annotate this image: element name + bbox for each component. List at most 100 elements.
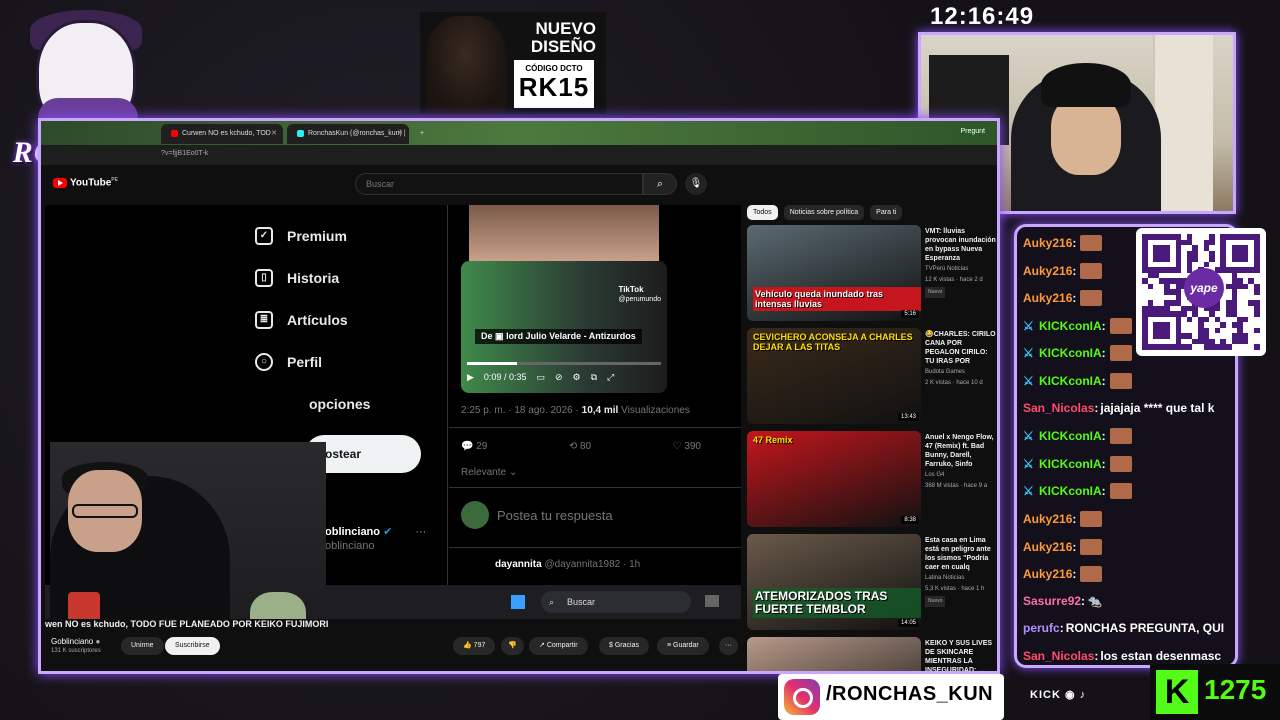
qr-cell <box>1237 250 1243 256</box>
suggestion-thumbnail[interactable] <box>747 637 921 671</box>
qr-cell <box>1142 316 1148 322</box>
chat-username[interactable]: San_Nicolas <box>1023 649 1094 663</box>
youtube-logo[interactable]: YouTubePE <box>53 177 118 188</box>
taskbar-search[interactable]: ⌕ Buscar <box>541 591 691 613</box>
chat-username[interactable]: KICKconIA <box>1039 374 1102 388</box>
suggestion-item[interactable]: ATEMORIZADOS TRAS FUERTE TEMBLOR 14:05 E… <box>747 534 997 632</box>
premium-icon: ✓ <box>255 227 273 245</box>
chat-username[interactable]: KICKconIA <box>1039 429 1102 443</box>
qr-cell <box>1153 267 1159 273</box>
qr-cell <box>1254 327 1260 333</box>
chat-username[interactable]: Auky216 <box>1023 512 1072 526</box>
qr-cell <box>1237 327 1243 333</box>
emote-icon <box>1080 538 1103 555</box>
x-nav-profile[interactable]: ○ Perfil <box>255 341 445 383</box>
chat-username[interactable]: KICKconIA <box>1039 457 1102 471</box>
play-icon[interactable]: ▶ <box>467 372 474 383</box>
chat-username[interactable]: Auky216 <box>1023 236 1072 250</box>
video-progress-bar[interactable] <box>467 362 661 365</box>
chat-username[interactable]: KICKconIA <box>1039 484 1102 498</box>
close-icon[interactable]: ✕ <box>271 124 277 144</box>
taskbar-app-icon[interactable] <box>705 595 719 607</box>
suggestion-thumbnail[interactable]: Vehículo queda inundado tras intensas ll… <box>747 225 921 321</box>
reply-stat[interactable]: 💬 29 <box>461 441 487 452</box>
suggestion-item[interactable]: CEVICHERO ACONSEJA A CHARLES DEJAR A LAS… <box>747 328 997 426</box>
join-button[interactable]: Unirme <box>121 637 164 655</box>
qr-cell <box>1203 344 1210 350</box>
chat-username[interactable]: KICKconIA <box>1039 319 1102 333</box>
windows-start-icon[interactable] <box>511 595 525 609</box>
save-label: Guardar <box>673 642 699 649</box>
qr-cell <box>1254 250 1260 256</box>
more-icon[interactable]: ··· <box>415 526 426 538</box>
qr-cell <box>1220 250 1226 256</box>
chip-all[interactable]: Todos <box>747 205 778 220</box>
video-duration: 14:05 <box>897 619 919 627</box>
captions-icon[interactable]: ▭ <box>536 372 545 383</box>
colon: : <box>1094 649 1099 663</box>
voice-search-button[interactable]: 🎙 <box>685 173 707 195</box>
retweet-stat[interactable]: ⟲ 80 <box>569 441 591 452</box>
qr-cell <box>1164 289 1170 295</box>
chat-username[interactable]: Auky216 <box>1023 291 1072 305</box>
stream-clock: 12:16:49 <box>930 3 1035 30</box>
like-button[interactable]: 👍 797 <box>453 637 496 655</box>
like-stat[interactable]: ♡ 390 <box>673 441 701 452</box>
suggestion-item[interactable]: KEIKO Y SUS LIVES DE SKINCARE MIENTRAS L… <box>747 637 997 671</box>
video-time: 0:09 / 0:35 <box>483 372 527 382</box>
qr-cell <box>1248 278 1254 284</box>
more-actions-button[interactable]: ··· <box>719 637 738 655</box>
tab-tiktok[interactable]: RonchasKun (@ronchas_kun) | ✕ <box>287 124 409 144</box>
address-bar[interactable]: ?v=fjjB1Eo0T-k <box>41 145 997 165</box>
search-button[interactable]: ⌕ <box>643 173 677 195</box>
chat-username[interactable]: Sasurre92 <box>1023 594 1081 608</box>
x-nav-articles[interactable]: ≣ Artículos <box>255 299 445 341</box>
qr-cell <box>1170 278 1176 284</box>
settings-icon[interactable]: ⚙ <box>573 372 581 383</box>
chat-username[interactable]: Auky216 <box>1023 264 1072 278</box>
chip-for-you[interactable]: Para ti <box>870 205 903 220</box>
chat-username[interactable]: KICKconIA <box>1039 346 1102 360</box>
video-player[interactable]: ✓ Premium ▯ Historia ≣ Artículos ○ Perfil op… <box>45 205 741 619</box>
sort-relevant[interactable]: Relevante ⌄ <box>461 467 517 478</box>
search-input[interactable] <box>356 174 642 194</box>
subscribe-button[interactable]: Suscribirse <box>165 637 220 655</box>
suggestion-thumbnail[interactable]: CEVICHERO ACONSEJA A CHARLES DEJAR A LAS… <box>747 328 921 424</box>
suggestion-thumbnail[interactable]: ATEMORIZADOS TRAS FUERTE TEMBLOR 14:05 <box>747 534 921 630</box>
ad-code-box: CÓDIGO DCTO RK15 <box>514 60 594 108</box>
share-button[interactable]: ↗ Compartir <box>529 637 588 655</box>
channel-info[interactable]: Goblinciano ● 131 K suscriptores <box>51 637 101 654</box>
x-nav-options[interactable]: opciones <box>255 383 445 425</box>
tweet-video[interactable]: TikTok @perumundo De ▣ lord Julio Velarde… <box>461 261 667 393</box>
x-account[interactable]: oblinciano ✔ ··· oblinciano <box>325 525 426 552</box>
chat-message: Auky216: <box>1023 511 1103 527</box>
suggestion-item[interactable]: 47 Remix 8:38 Anuel x Nengo Flow, 47 (Re… <box>747 431 997 529</box>
kick-text: KICK <box>1030 689 1061 701</box>
tab-youtube[interactable]: Curwen NO es kchudo, TOD ✕ <box>161 124 283 144</box>
mute-icon[interactable]: ⊘ <box>555 372 563 383</box>
qr-cell <box>1237 245 1243 251</box>
ask-button[interactable]: Pregunt <box>954 126 991 137</box>
thanks-button[interactable]: $ Gracias <box>599 637 649 655</box>
reply-composer[interactable]: Postea tu respuesta <box>461 501 613 529</box>
qr-cell <box>1164 283 1170 289</box>
chip-politics[interactable]: Noticias sobre política <box>783 205 865 220</box>
close-icon[interactable]: ✕ <box>397 124 403 144</box>
suggestion-item[interactable]: Vehículo queda inundado tras intensas ll… <box>747 225 997 323</box>
tweet-detail: TikTok @perumundo De ▣ lord Julio Velarde… <box>449 205 741 619</box>
chat-username[interactable]: Auky216 <box>1023 567 1072 581</box>
colon: : <box>1094 400 1099 415</box>
fullscreen-icon[interactable]: ⤢ <box>607 372 614 383</box>
x-nav-premium[interactable]: ✓ Premium <box>255 215 445 257</box>
chat-username[interactable]: perufc <box>1023 621 1060 635</box>
suggestion-thumbnail[interactable]: 47 Remix 8:38 <box>747 431 921 527</box>
chat-username[interactable]: Auky216 <box>1023 540 1072 554</box>
ad-line2: DISEÑO <box>530 37 596 56</box>
dislike-button[interactable]: 👎 <box>501 637 524 655</box>
share-label: Compartir <box>546 642 578 649</box>
pip-icon[interactable]: ⧉ <box>591 372 597 383</box>
save-button[interactable]: ≡ Guardar <box>657 637 709 655</box>
x-nav-history[interactable]: ▯ Historia <box>255 257 445 299</box>
new-tab-button[interactable]: + <box>413 124 431 144</box>
chat-username[interactable]: San_Nicolas <box>1023 401 1094 415</box>
